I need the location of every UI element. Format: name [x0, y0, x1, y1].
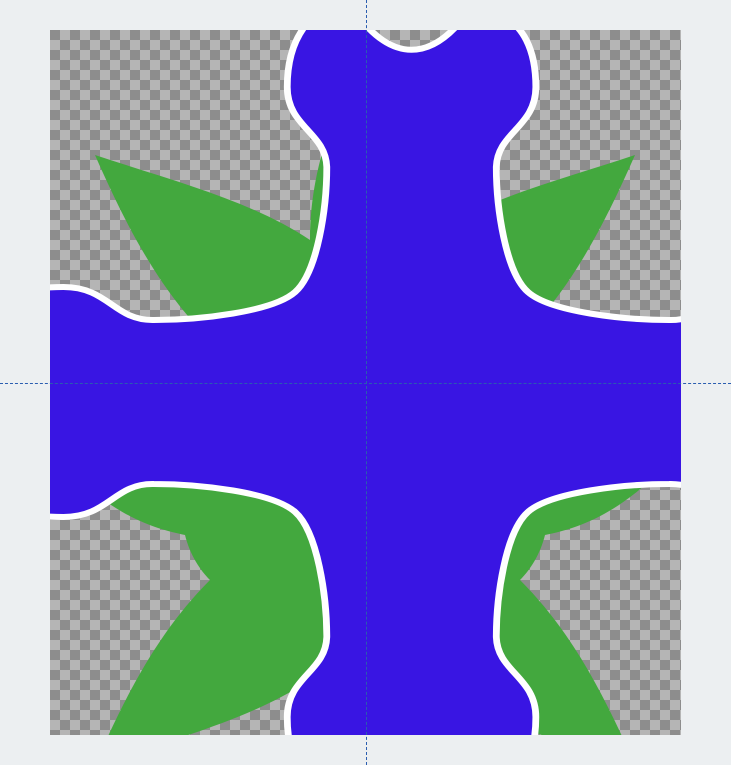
canvas-area[interactable] — [50, 30, 681, 735]
artwork-layer[interactable] — [50, 30, 681, 735]
editor-viewport[interactable] — [0, 0, 731, 765]
wrench-cross — [50, 30, 681, 735]
artwork-svg — [50, 30, 681, 735]
